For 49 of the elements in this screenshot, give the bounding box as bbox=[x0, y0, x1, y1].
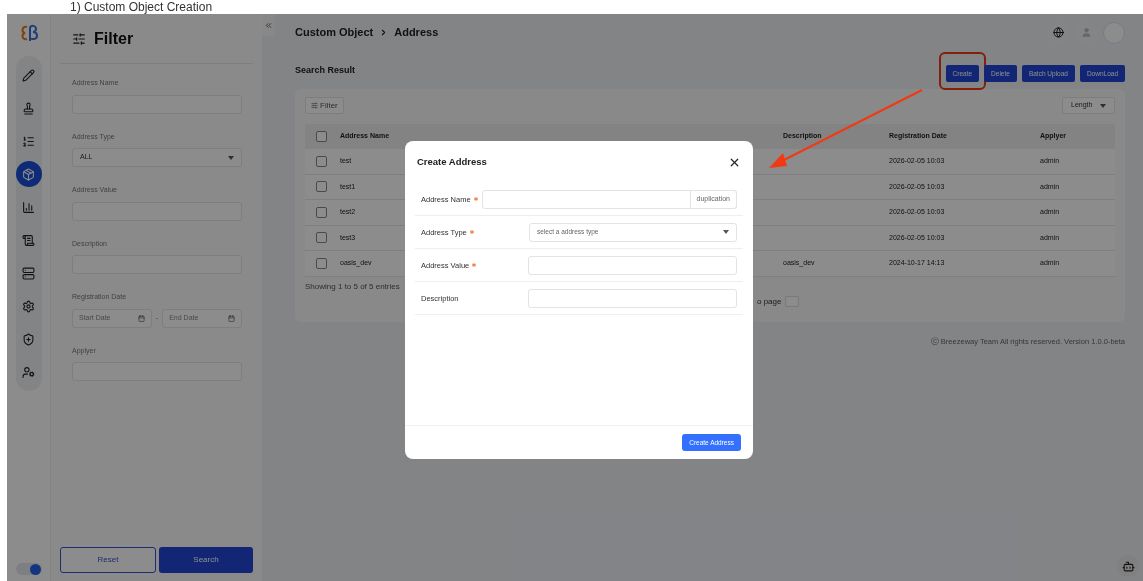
input-field[interactable] bbox=[481, 189, 691, 209]
required-mark-icon bbox=[472, 263, 477, 268]
breadcrumb-item: Address bbox=[394, 25, 439, 41]
calendar-icon bbox=[137, 314, 145, 322]
checkbox[interactable] bbox=[316, 257, 327, 269]
modal-title: Create Address bbox=[417, 155, 487, 169]
calendar-icon bbox=[228, 314, 235, 322]
stamp-icon bbox=[22, 101, 35, 115]
caret-icon bbox=[1100, 103, 1106, 108]
chatbot-button[interactable] bbox=[1117, 555, 1139, 577]
input-field[interactable] bbox=[528, 288, 737, 308]
section-title: Search Result bbox=[295, 64, 356, 78]
nav-item[interactable] bbox=[15, 161, 42, 187]
breadcrumb-item[interactable]: Custom Object bbox=[295, 24, 374, 41]
checkbox[interactable] bbox=[316, 206, 327, 218]
list-icon bbox=[22, 134, 35, 148]
checkbox[interactable] bbox=[316, 181, 327, 193]
robot-icon bbox=[1121, 559, 1135, 573]
scroll-icon bbox=[22, 233, 35, 247]
required-mark-icon bbox=[469, 230, 474, 235]
pagination-label: o page bbox=[757, 295, 782, 308]
filter-button[interactable]: Filter bbox=[305, 97, 344, 114]
shield-icon bbox=[22, 332, 35, 346]
required-mark-icon bbox=[473, 197, 478, 202]
filter-title: Filter bbox=[94, 28, 134, 49]
sliders-icon bbox=[72, 31, 86, 46]
search-button[interactable]: Search bbox=[159, 547, 253, 573]
server-icon bbox=[22, 266, 35, 280]
entries-info: Showing 1 to 5 of 5 entries bbox=[305, 280, 401, 293]
collapse-button[interactable] bbox=[262, 14, 275, 36]
sliders-icon bbox=[311, 102, 318, 109]
checkbox[interactable] bbox=[316, 155, 327, 167]
caret-icon bbox=[723, 230, 729, 235]
toggle-switch[interactable] bbox=[15, 563, 42, 575]
checkbox[interactable] bbox=[316, 131, 327, 142]
collapse-icon bbox=[264, 20, 273, 30]
document-heading: 1) Custom Object Creation bbox=[70, 0, 213, 14]
reset-button[interactable]: Reset bbox=[60, 547, 156, 573]
package-icon bbox=[22, 167, 35, 181]
settings-icon bbox=[22, 299, 35, 313]
user-settings-icon bbox=[22, 365, 35, 379]
user-icon bbox=[1080, 27, 1092, 38]
logo-icon bbox=[18, 24, 39, 42]
caret-icon bbox=[228, 155, 234, 160]
pencil-icon bbox=[22, 68, 35, 82]
bar-chart-icon bbox=[22, 200, 35, 214]
checkbox[interactable] bbox=[316, 232, 327, 244]
globe-icon bbox=[1052, 27, 1064, 38]
input-field[interactable] bbox=[528, 255, 737, 275]
